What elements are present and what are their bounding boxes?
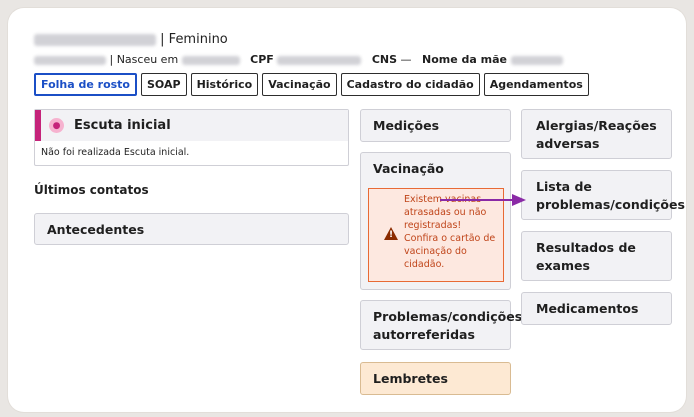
antecedentes-label: Antecedentes: [47, 222, 145, 237]
problemas-autorreferidas-line1: Problemas/condições: [373, 309, 523, 324]
tab-historico[interactable]: Histórico: [190, 73, 259, 96]
born-label: | Nasceu em: [109, 53, 179, 66]
mother-label: Nome da mãe: [422, 53, 508, 66]
escuta-inicial-panel: ● Escuta inicial Não foi realizada Escut…: [34, 109, 349, 166]
antecedentes-tile[interactable]: Antecedentes: [34, 213, 349, 245]
lista-problemas-tile[interactable]: Lista de problemas/condições: [521, 170, 685, 220]
tab-cadastro-do-cidadao[interactable]: Cadastro do cidadão: [340, 73, 480, 96]
alergias-line1: Alergias/Reações: [536, 118, 657, 133]
cpf-label: CPF: [250, 53, 274, 66]
medicamentos-tile[interactable]: Medicamentos: [521, 292, 672, 325]
lembretes-tile[interactable]: Lembretes: [360, 362, 511, 395]
tab-soap[interactable]: SOAP: [141, 73, 187, 96]
patient-gender: Feminino: [168, 32, 228, 47]
cns-value: —: [400, 53, 412, 66]
tab-folha-de-rosto[interactable]: Folha de rosto: [34, 73, 137, 96]
mother-name-redacted: [510, 55, 563, 65]
cns-label: CNS: [371, 53, 398, 66]
alergias-tile[interactable]: Alergias/Reações adversas: [521, 109, 672, 159]
ultimos-contatos-heading: Últimos contatos: [34, 183, 149, 197]
gender-separator: |: [160, 32, 165, 47]
lista-problemas-line1: Lista de: [536, 179, 592, 194]
warning-icon: !: [384, 227, 398, 240]
lembretes-label: Lembretes: [373, 371, 448, 386]
alergias-line2: adversas: [536, 136, 600, 151]
escuta-inicial-message: Não foi realizada Escuta inicial.: [41, 147, 190, 158]
warning-line: Confira o cartão de: [404, 233, 496, 244]
escuta-inicial-title: Escuta inicial: [74, 118, 171, 133]
stethoscope-icon: ●: [49, 118, 64, 133]
lista-problemas-line2: problemas/condições: [536, 197, 685, 212]
problemas-autorreferidas-line2: autorreferidas: [373, 327, 475, 342]
escuta-inicial-header[interactable]: ● Escuta inicial: [35, 110, 348, 141]
age-redacted: [34, 55, 106, 65]
medicoes-label: Medições: [373, 118, 440, 133]
medicoes-tile[interactable]: Medições: [360, 109, 511, 142]
medicamentos-label: Medicamentos: [536, 301, 639, 316]
annotation-arrow: [440, 194, 526, 206]
tab-vacinacao[interactable]: Vacinação: [262, 73, 337, 96]
patient-details-line: | Nasceu em CPF CNS — Nome da mãe: [34, 53, 563, 67]
warning-line: atrasadas ou não: [404, 207, 487, 218]
resultados-exames-tile[interactable]: Resultados de exames: [521, 231, 672, 281]
vacinacao-label: Vacinação: [373, 161, 444, 176]
patient-name-line: | Feminino: [34, 32, 228, 48]
tab-bar: Folha de rosto SOAP Histórico Vacinação …: [34, 73, 589, 96]
warning-line: cidadão.: [404, 259, 445, 270]
resultados-exames-line1: Resultados de: [536, 240, 636, 255]
resultados-exames-line2: exames: [536, 258, 590, 273]
warning-line: vacinação do: [404, 246, 467, 257]
birthdate-redacted: [181, 55, 240, 65]
warning-line: registradas!: [404, 220, 462, 231]
tab-agendamentos[interactable]: Agendamentos: [483, 73, 589, 96]
annotation-arrow-head: [512, 194, 526, 206]
problemas-autorreferidas-tile[interactable]: Problemas/condições autorreferidas: [360, 300, 523, 350]
patient-name-redacted: [34, 33, 156, 46]
cpf-redacted: [277, 55, 362, 65]
